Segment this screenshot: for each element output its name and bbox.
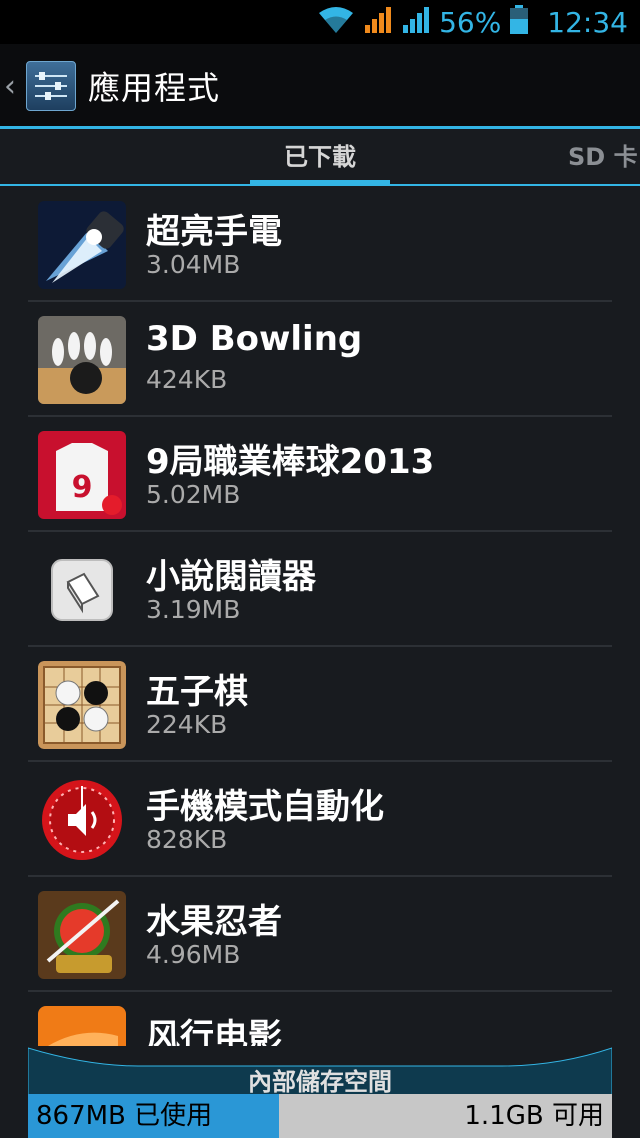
tab-sd-card[interactable]: SD 卡 bbox=[568, 129, 638, 186]
book-icon bbox=[38, 546, 126, 634]
app-name: 小說閱讀器 bbox=[146, 557, 316, 597]
list-item[interactable]: 3D Bowling 424KB bbox=[0, 301, 640, 416]
app-size: 4.96MB bbox=[146, 940, 241, 969]
status-bar: 56% 12:34 bbox=[0, 0, 640, 44]
app-size: 5.02MB bbox=[146, 480, 241, 509]
app-name: 五子棋 bbox=[146, 672, 248, 712]
app-size: 224KB bbox=[146, 710, 228, 739]
settings-sliders-icon[interactable] bbox=[26, 61, 76, 111]
up-caret-icon[interactable]: ‹ bbox=[4, 69, 22, 104]
list-item[interactable]: 水果忍者 4.96MB bbox=[0, 876, 640, 991]
storage-label: 內部儲存空間 bbox=[248, 1068, 392, 1096]
app-name: 3D Bowling bbox=[146, 319, 363, 359]
app-size: 828KB bbox=[146, 825, 228, 854]
app-name: 手機模式自動化 bbox=[146, 787, 384, 827]
app-size: 424KB bbox=[146, 365, 228, 394]
fruit-ninja-icon bbox=[38, 891, 126, 979]
storage-free-text: 1.1GB 可用 bbox=[464, 1101, 604, 1131]
gomoku-icon bbox=[38, 661, 126, 749]
storage-used-text: 867MB 已使用 bbox=[36, 1101, 213, 1131]
battery-percent: 56% bbox=[439, 5, 502, 39]
action-bar: ‹ 應用程式 bbox=[0, 44, 640, 128]
signal-icon bbox=[401, 5, 431, 39]
list-item[interactable]: 9 9局職業棒球2013 5.02MB bbox=[0, 416, 640, 531]
signal-icon bbox=[363, 5, 393, 39]
bowling-icon bbox=[38, 316, 126, 404]
clock: 12:34 bbox=[547, 5, 628, 39]
list-item[interactable]: 五子棋 224KB bbox=[0, 646, 640, 761]
list-item[interactable]: 超亮手電 3.04MB bbox=[0, 186, 640, 301]
flashlight-icon bbox=[38, 201, 126, 289]
app-name: 9局職業棒球2013 bbox=[146, 442, 435, 482]
app-name: 超亮手電 bbox=[146, 212, 282, 252]
movie-icon bbox=[38, 1006, 126, 1046]
app-name: 水果忍者 bbox=[146, 902, 282, 942]
tab-strip: 已下載 SD 卡 bbox=[0, 129, 640, 186]
app-size: 3.19MB bbox=[146, 595, 241, 624]
baseball-jersey-icon: 9 bbox=[38, 431, 126, 519]
list-item[interactable]: 风行电影 bbox=[0, 991, 640, 1046]
app-list: 超亮手電 3.04MB 3D Bowling 424KB 9 9局職業棒球201… bbox=[0, 186, 640, 1046]
battery-icon bbox=[509, 5, 529, 39]
list-item[interactable]: 小說閱讀器 3.19MB bbox=[0, 531, 640, 646]
app-size: 3.04MB bbox=[146, 250, 241, 279]
page-title: 應用程式 bbox=[88, 69, 221, 107]
list-item[interactable]: 手機模式自動化 828KB bbox=[0, 761, 640, 876]
wifi-icon bbox=[317, 5, 355, 39]
app-name: 风行电影 bbox=[146, 1017, 282, 1046]
tab-downloaded[interactable]: 已下載 bbox=[250, 129, 390, 186]
sound-timer-icon bbox=[38, 776, 126, 864]
svg-text:9: 9 bbox=[72, 470, 93, 505]
storage-bar: 867MB 已使用 1.1GB 可用 bbox=[28, 1094, 612, 1138]
